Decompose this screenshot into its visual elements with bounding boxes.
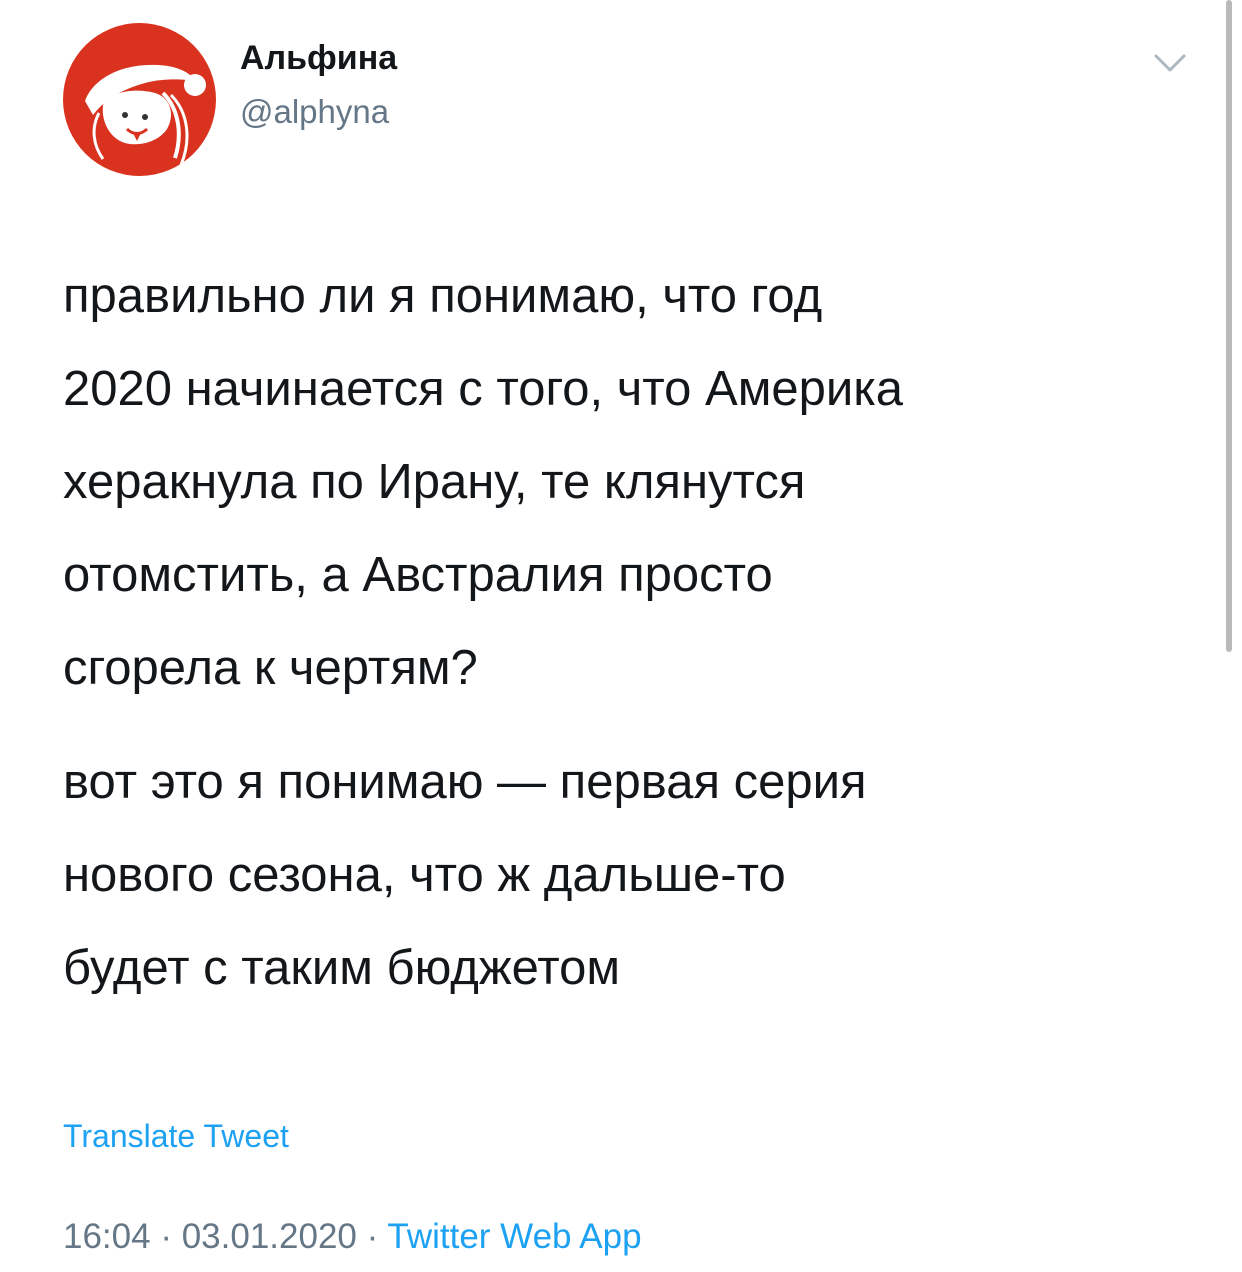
avatar[interactable] xyxy=(63,23,216,176)
translate-tweet-link[interactable]: Translate Tweet xyxy=(63,1116,289,1156)
tweet-line: 2020 начинается с того, что Америка xyxy=(63,362,904,416)
author-handle[interactable]: @alphyna xyxy=(240,92,389,132)
tweet-time[interactable]: 16:04 xyxy=(63,1217,151,1256)
tweet-line: отомстить, а Австралия просто xyxy=(63,548,773,602)
chevron-down-icon xyxy=(1154,54,1186,72)
tweet-source-link[interactable]: Twitter Web App xyxy=(387,1217,641,1256)
tweet-line: правильно ли я понимаю, что год xyxy=(63,269,823,323)
scrollbar[interactable] xyxy=(1226,0,1232,652)
tweet-line: будет с таким бюджетом xyxy=(63,941,621,995)
author-display-name[interactable]: Альфина xyxy=(240,38,397,78)
tweet-metadata: 16:04 · 03.01.2020 · Twitter Web App xyxy=(63,1215,642,1259)
tweet-line: херакнула по Ирану, те клянутся xyxy=(63,455,806,509)
tweet-date[interactable]: 03.01.2020 xyxy=(182,1217,357,1256)
tweet-paragraph-2: вот это я понимаю — первая серия нового … xyxy=(63,736,1203,1015)
tweet-line: сгорела к чертям? xyxy=(63,641,478,695)
tweet-line: нового сезона, что ж дальше-то xyxy=(63,848,786,902)
tweet-text: правильно ли я понимаю, что год 2020 нач… xyxy=(63,250,1203,1015)
tweet-paragraph-1: правильно ли я понимаю, что год 2020 нач… xyxy=(63,250,1203,715)
santa-hat-character-icon xyxy=(63,23,216,176)
meta-separator: · xyxy=(366,1217,379,1256)
meta-separator: · xyxy=(160,1217,172,1256)
tweet-line: вот это я понимаю — первая серия xyxy=(63,755,867,809)
tweet-menu-button[interactable] xyxy=(1150,48,1190,78)
